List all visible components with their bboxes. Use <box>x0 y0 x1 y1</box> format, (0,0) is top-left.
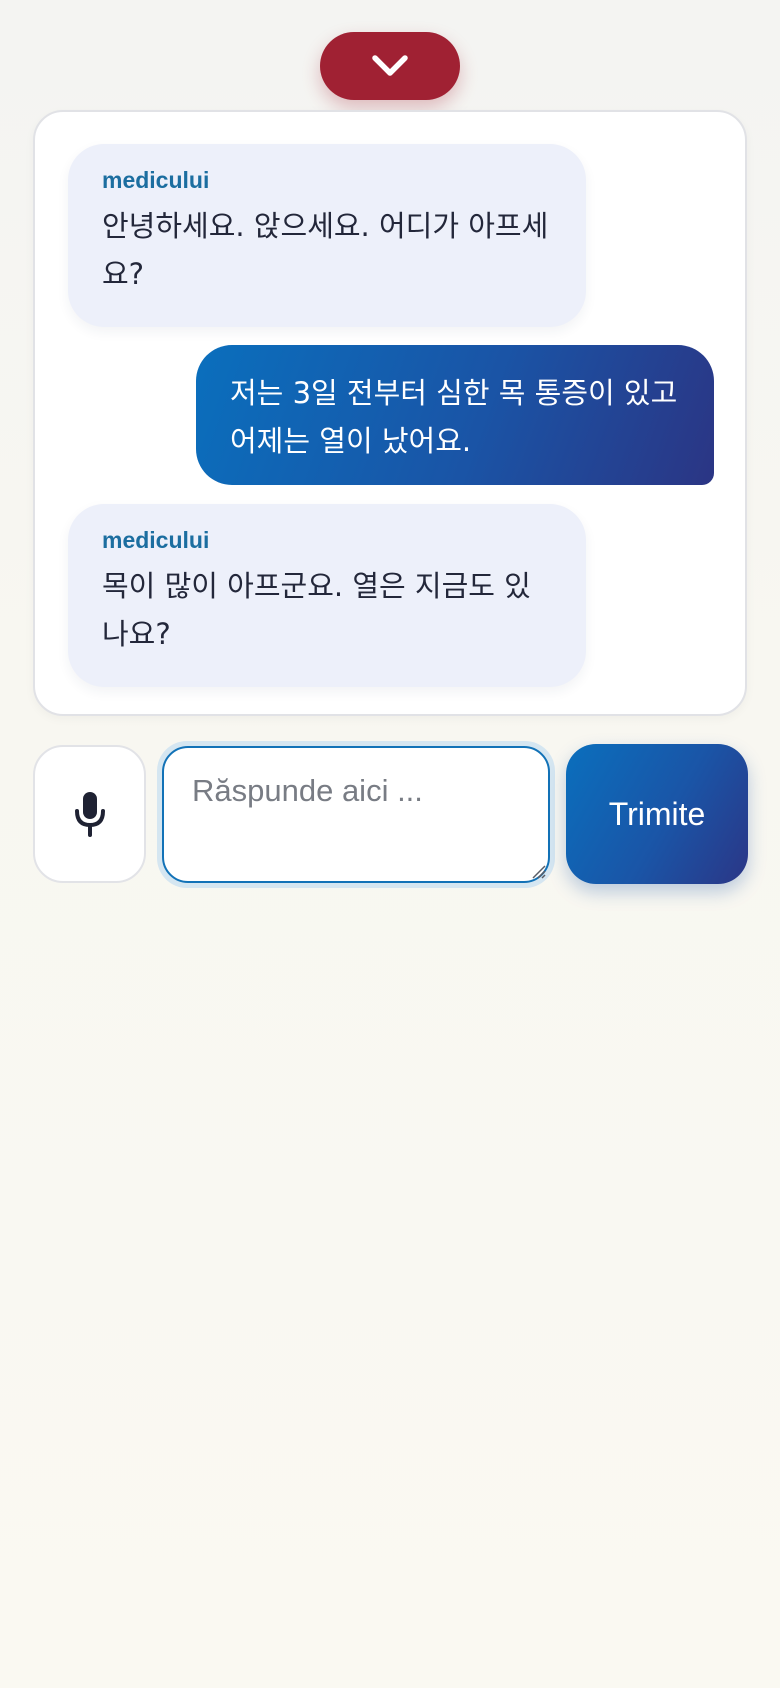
resize-grip-icon[interactable] <box>530 863 546 879</box>
message-sender: medicului <box>102 167 210 193</box>
chat-panel: medicului 안녕하세요. 앉으세요. 어디가 아프세요? 저는 3일 전… <box>33 110 747 716</box>
message-text: 목이 많이 아프군요. 열은 지금도 있나요? <box>102 569 531 651</box>
message-text: 저는 3일 전부터 심한 목 통증이 있고 어제는 열이 났어요. <box>230 376 678 458</box>
send-button[interactable]: Trimite <box>566 744 748 884</box>
reply-field-wrapper <box>157 741 555 888</box>
patient-message: 저는 3일 전부터 심한 목 통증이 있고 어제는 열이 났어요. <box>196 345 714 485</box>
message-text: 안녕하세요. 앉으세요. 어디가 아프세요? <box>102 209 549 291</box>
collapse-chat-button[interactable] <box>320 32 460 100</box>
microphone-button[interactable] <box>33 745 146 883</box>
message-sender: medicului <box>102 527 210 553</box>
chevron-down-icon <box>372 55 408 76</box>
microphone-icon <box>74 792 105 837</box>
reply-input[interactable] <box>162 746 550 883</box>
doctor-message: medicului 안녕하세요. 앉으세요. 어디가 아프세요? <box>68 144 586 327</box>
doctor-message: medicului 목이 많이 아프군요. 열은 지금도 있나요? <box>68 504 586 687</box>
